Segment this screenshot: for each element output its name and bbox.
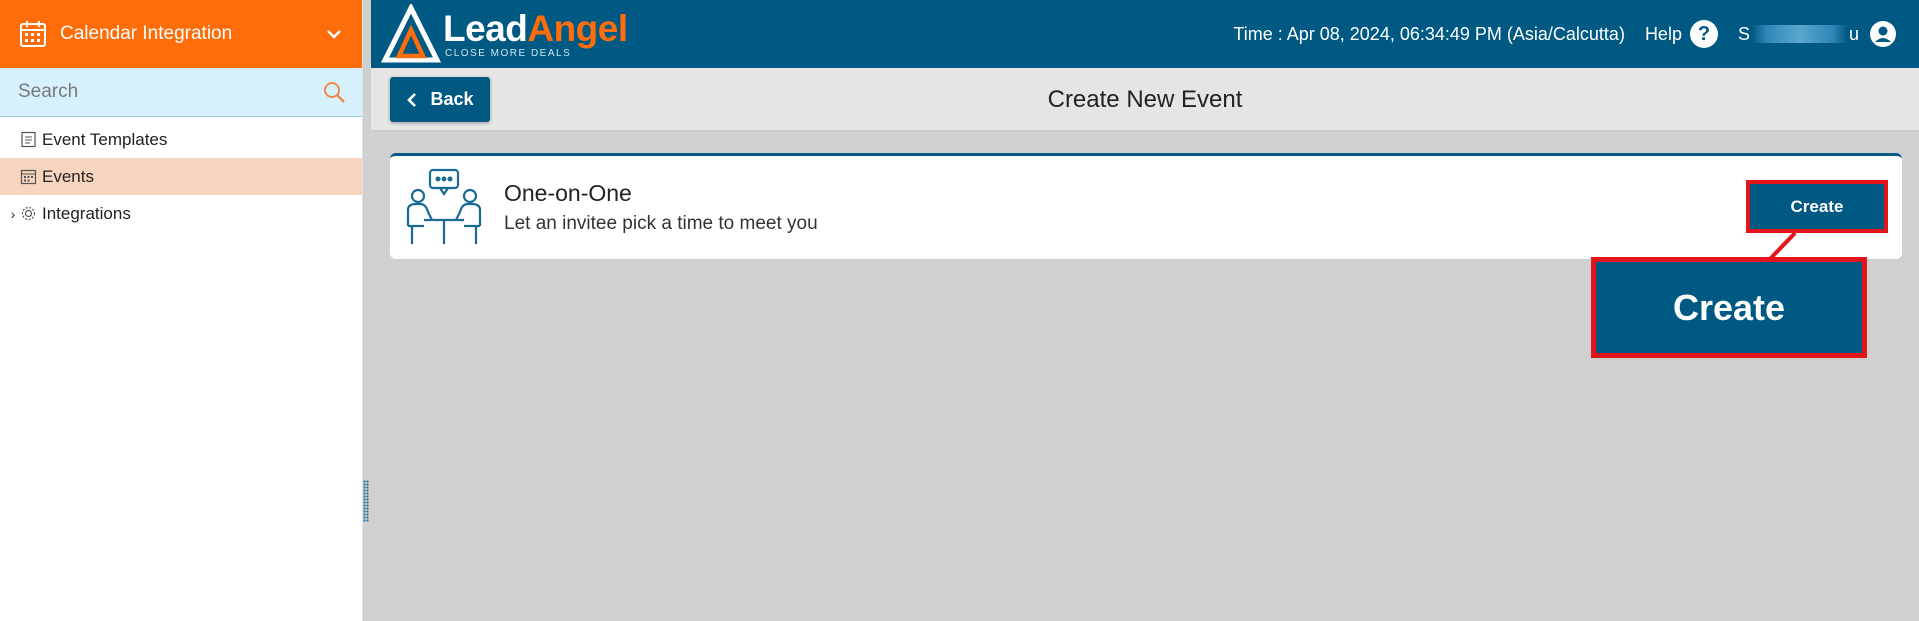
chevron-down-icon[interactable] xyxy=(324,24,344,44)
gear-icon xyxy=(20,205,37,222)
sidebar-tree: Event Templates Events › Integrations xyxy=(0,117,362,232)
user-avatar-icon[interactable] xyxy=(1869,20,1897,48)
sidebar-item-label: Events xyxy=(42,166,94,186)
sidebar: Calendar Integration Event Templates Eve… xyxy=(0,0,363,621)
sidebar-resize-handle[interactable] xyxy=(363,480,369,522)
module-selector[interactable]: Calendar Integration xyxy=(0,0,362,68)
user-name-first: S xyxy=(1737,23,1750,44)
event-type-title: One-on-One xyxy=(504,180,632,206)
event-type-description: Let an invitee pick a time to meet you xyxy=(504,213,818,234)
logo-lead-text: Lead xyxy=(443,7,528,49)
calendar-grid-icon xyxy=(20,168,37,185)
search-input[interactable] xyxy=(18,81,322,103)
help-icon[interactable]: ? xyxy=(1689,20,1718,48)
logo-angel-text: Angel xyxy=(527,7,628,49)
chevron-right-icon[interactable]: › xyxy=(6,206,20,222)
server-time: Time : Apr 08, 2024, 06:34:49 PM (Asia/C… xyxy=(1233,23,1625,44)
sidebar-item-label: Integrations xyxy=(42,203,131,223)
top-bar: LeadAngel CLOSE MORE DEALS Time : Apr 08… xyxy=(371,0,1919,68)
sidebar-item-label: Event Templates xyxy=(42,129,168,149)
logo-mark-icon xyxy=(381,4,441,64)
create-button-zoom-callout: Create xyxy=(1591,257,1867,358)
meeting-icon xyxy=(402,166,486,250)
user-name[interactable]: Su xyxy=(1738,24,1859,45)
sidebar-item-integrations[interactable]: › Integrations xyxy=(0,195,362,232)
page-header: Back Create New Event xyxy=(371,68,1919,131)
leadangel-logo[interactable]: LeadAngel CLOSE MORE DEALS xyxy=(381,0,628,68)
module-title: Calendar Integration xyxy=(60,23,233,44)
logo-tagline: CLOSE MORE DEALS xyxy=(445,47,572,59)
sidebar-item-event-templates[interactable]: Event Templates xyxy=(0,121,362,158)
event-type-card-one-on-one: One-on-One Let an invitee pick a time to… xyxy=(390,153,1902,259)
sidebar-item-events[interactable]: Events xyxy=(0,158,362,195)
help-link[interactable]: Help xyxy=(1645,24,1682,45)
document-icon xyxy=(20,131,37,148)
sidebar-search xyxy=(0,68,362,117)
user-name-last: u xyxy=(1848,23,1859,44)
redacted-username xyxy=(1751,25,1847,43)
page-title: Create New Event xyxy=(1047,86,1243,113)
search-icon[interactable] xyxy=(322,80,346,104)
calendar-icon xyxy=(18,19,48,49)
create-button[interactable]: Create xyxy=(1746,180,1888,233)
